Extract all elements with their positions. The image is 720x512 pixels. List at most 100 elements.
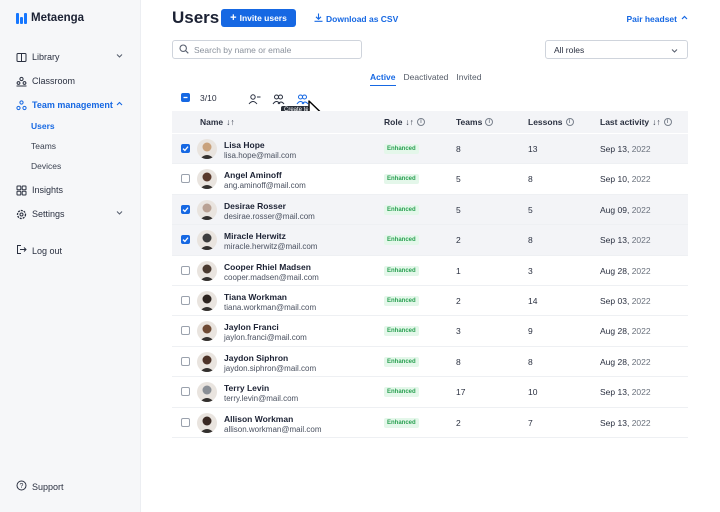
select-all-checkbox[interactable] (181, 93, 190, 102)
table-row[interactable]: Jaydon Siphron jaydon.siphron@mail.com Enh… (172, 347, 688, 378)
lessons-count: 7 (528, 417, 533, 428)
page-title: Users (172, 8, 220, 27)
table-row[interactable]: Cooper Rhiel Madsen cooper.madsen@mail.co… (172, 256, 688, 286)
download-csv-button[interactable]: Download as CSV (314, 13, 398, 24)
lessons-count: 8 (528, 356, 533, 367)
teams-count: 17 (456, 387, 466, 398)
tab-invited[interactable]: Invited (456, 72, 481, 86)
user-name[interactable]: Jaydon Siphron (224, 353, 288, 363)
last-activity-date: Sep 10, 2022 (600, 174, 651, 185)
row-checkbox[interactable] (181, 356, 190, 366)
table-row[interactable]: Miracle Herwitz miracle.herwitz@mail.com E… (172, 225, 688, 256)
sidebar-subitem-users[interactable]: Users (31, 121, 55, 131)
support-link[interactable]: ? Support (16, 480, 64, 493)
sidebar-subitem-devices[interactable]: Devices (31, 161, 61, 171)
user-name[interactable]: Tiana Workman (224, 292, 287, 302)
user-name[interactable]: Miracle Herwitz (224, 231, 286, 241)
role-badge: Enhanced (384, 417, 419, 428)
chevron-up-icon (680, 13, 689, 24)
sidebar-item-insights[interactable]: Insights (16, 181, 126, 199)
user-name[interactable]: Lisa Hope (224, 140, 265, 150)
role-badge: Enhanced (384, 387, 419, 398)
sidebar: Metaenga Library Classroom Team manageme… (0, 0, 141, 512)
gear-icon (16, 209, 27, 220)
user-name[interactable]: Desirae Rosser (224, 201, 286, 211)
table-row[interactable]: Tiana Workman tiana.workman@mail.com Enhan… (172, 286, 688, 317)
user-name[interactable]: Allison Workman (224, 414, 293, 424)
chevron-up-icon (115, 99, 124, 110)
sidebar-subitem-teams[interactable]: Teams (31, 141, 56, 151)
table-row[interactable]: Lisa Hope lisa.hope@mail.com Enhanced 8 13 Se… (172, 134, 688, 165)
teams-count: 3 (456, 326, 461, 337)
last-activity-date: Aug 28, 2022 (600, 265, 651, 276)
sort-icon: ↓↑ (226, 117, 235, 127)
tab-active[interactable]: Active (370, 72, 396, 86)
user-email: cooper.madsen@mail.com (224, 272, 319, 282)
user-email: allison.workman@mail.com (224, 424, 322, 434)
column-teams[interactable]: Teams i (456, 117, 494, 127)
lessons-count: 5 (528, 204, 533, 215)
teams-count: 8 (456, 356, 461, 367)
teams-count: 2 (456, 295, 461, 306)
user-name[interactable]: Terry Levin (224, 383, 269, 393)
info-icon[interactable]: i (416, 118, 425, 126)
search-icon (179, 41, 189, 59)
column-last-activity[interactable]: Last activity ↓↑ i (600, 117, 672, 127)
table-row[interactable]: Angel Aminoff ang.aminoff@mail.com Enhance… (172, 164, 688, 195)
sort-icon: ↓↑ (405, 117, 414, 127)
sidebar-item-classroom[interactable]: Classroom (16, 72, 126, 90)
info-icon[interactable]: i (663, 118, 672, 126)
invite-users-button[interactable]: + Invite users (221, 9, 296, 27)
table-row[interactable]: Jaylon Franci jaylon.franci@mail.com Enhan… (172, 316, 688, 347)
row-checkbox[interactable] (181, 174, 190, 184)
search-input[interactable] (194, 44, 354, 55)
sort-icon: ↓↑ (652, 117, 661, 127)
logout-button[interactable]: Log out (16, 244, 62, 257)
teams-count: 1 (456, 265, 461, 276)
user-email: terry.levin@mail.com (224, 394, 299, 404)
info-icon[interactable]: i (485, 118, 494, 126)
teams-count: 5 (456, 174, 461, 185)
user-name[interactable]: Cooper Rhiel Madsen (224, 262, 311, 272)
remove-user-icon[interactable] (248, 92, 261, 110)
row-checkbox[interactable] (181, 417, 190, 427)
table-row[interactable]: Allison Workman allison.workman@mail.com E… (172, 408, 688, 438)
chevron-down-icon (115, 208, 124, 219)
app-logo[interactable]: Metaenga (16, 12, 84, 24)
user-name[interactable]: Jaylon Franci (224, 322, 279, 332)
role-filter-select[interactable]: All roles (545, 40, 688, 59)
lessons-count: 9 (528, 326, 533, 337)
table-row[interactable]: Terry Levin terry.levin@mail.com Enhanced 1… (172, 377, 688, 408)
row-checkbox[interactable] (181, 204, 190, 214)
sidebar-item-settings[interactable]: Settings (16, 205, 126, 223)
row-checkbox[interactable] (181, 235, 190, 245)
column-name[interactable]: Name ↓↑ (200, 117, 235, 127)
role-badge: Enhanced (384, 295, 419, 306)
lessons-count: 3 (528, 265, 533, 276)
sidebar-item-team-management[interactable]: Team management (16, 96, 126, 114)
column-role[interactable]: Role ↓↑ i (384, 117, 425, 127)
help-icon: ? (16, 480, 27, 493)
last-activity-date: Sep 13, 2022 (600, 235, 651, 246)
tab-deactivated[interactable]: Deactivated (404, 72, 449, 86)
info-icon[interactable]: i (565, 118, 574, 126)
column-lessons[interactable]: Lessons i (528, 117, 574, 127)
download-icon (314, 13, 323, 24)
library-icon (16, 52, 27, 63)
role-badge: Enhanced (384, 326, 419, 337)
pair-headset-button[interactable]: Pair headset (626, 13, 689, 24)
role-badge: Enhanced (384, 356, 419, 367)
teams-count: 2 (456, 235, 461, 246)
row-checkbox[interactable] (181, 326, 190, 336)
row-checkbox[interactable] (181, 265, 190, 275)
row-checkbox[interactable] (181, 144, 190, 153)
lessons-count: 10 (528, 387, 538, 398)
row-checkbox[interactable] (181, 295, 190, 305)
row-checkbox[interactable] (181, 387, 190, 397)
user-name[interactable]: Angel Aminoff (224, 170, 282, 180)
search-box[interactable] (172, 40, 362, 59)
lessons-count: 14 (528, 295, 538, 306)
sidebar-item-library[interactable]: Library (16, 48, 126, 66)
insights-icon (16, 185, 27, 196)
table-row[interactable]: Desirae Rosser desirae.rosser@mail.com Enh… (172, 194, 688, 226)
